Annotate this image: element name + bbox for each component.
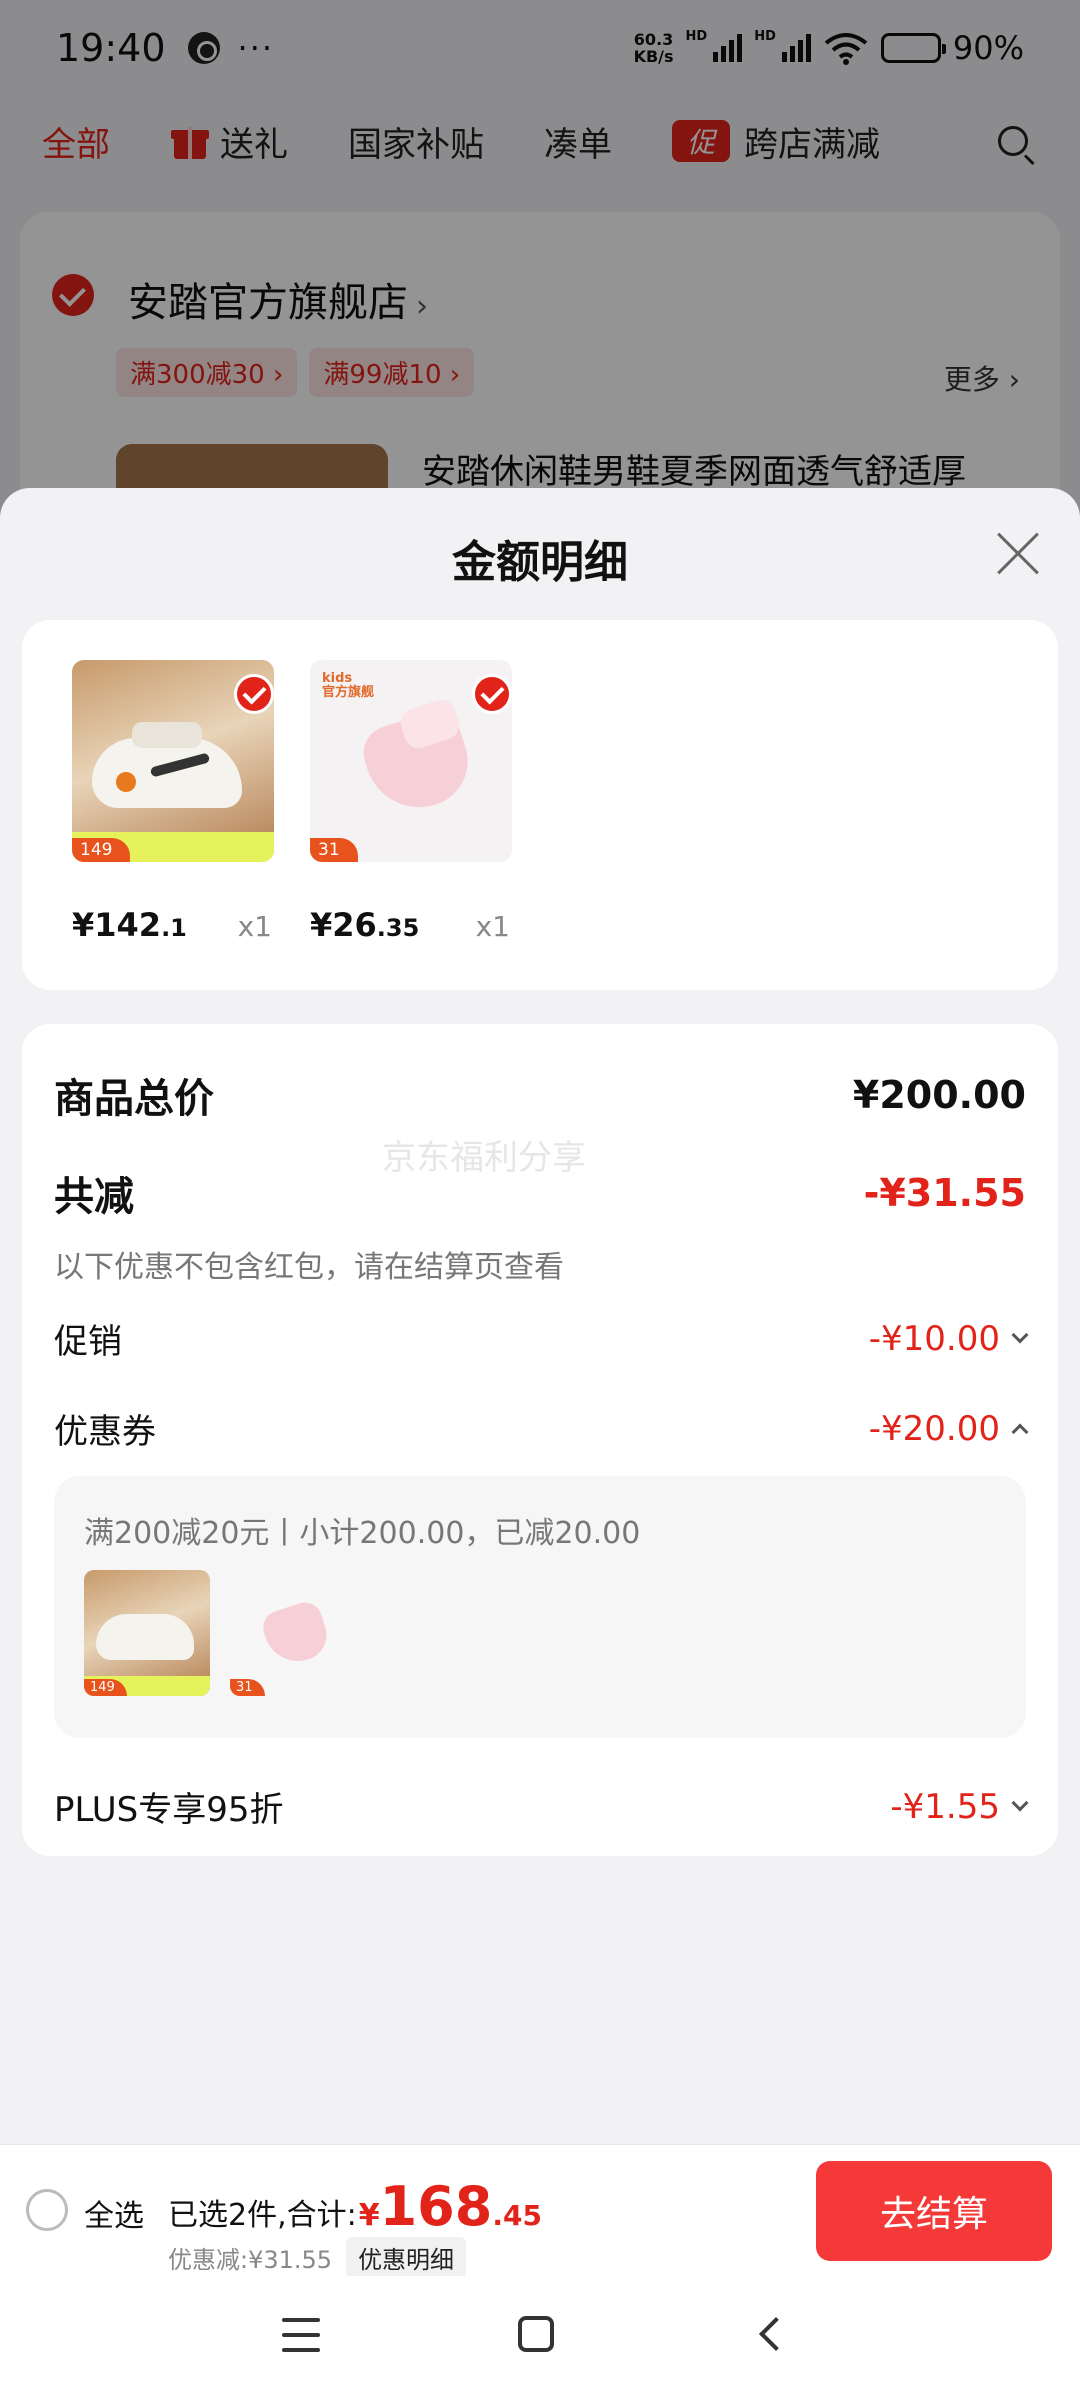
chevron-up-icon — [1011, 1423, 1029, 1440]
coupon-item-thumbnail: 149 — [84, 1570, 210, 1696]
checkout-button[interactable]: 去结算 — [816, 2161, 1052, 2261]
system-nav-bar — [0, 2276, 1080, 2400]
promotion-row[interactable]: 促销 -¥10.00 — [54, 1314, 1029, 1363]
coupon-row[interactable]: 优惠券 -¥20.00 — [54, 1404, 1029, 1453]
coupon-detail-text: 满200减20元丨小计200.00，已减20.00 — [84, 1516, 641, 1551]
select-all-radio[interactable] — [26, 2189, 68, 2231]
home-icon[interactable] — [518, 2316, 554, 2352]
discount-note: 以下优惠不包含红包，请在结算页查看 — [54, 1250, 564, 1285]
total-discount-row: 共减 -¥31.55 — [54, 1171, 1026, 1220]
item-quantity: x1 — [237, 910, 272, 943]
total-summary: 已选2件,合计: ¥ 168 .45 — [168, 2175, 542, 2238]
cart-item: kids 官方旗舰 31 ¥26.35 x1 — [310, 660, 530, 944]
back-icon[interactable] — [759, 2317, 793, 2351]
item-quantity: x1 — [475, 910, 510, 943]
price-tag: 31 — [310, 838, 358, 862]
select-all-label[interactable]: 全选 — [84, 2191, 144, 2235]
item-price: ¥142.1 — [72, 906, 187, 944]
discount-summary: 优惠减:¥31.55 — [168, 2246, 333, 2274]
price-tag: 149 — [72, 838, 131, 862]
amount-detail-sheet: 金额明细 149 ¥142.1 x1 kids 官方旗舰 31 ¥26.35 x… — [0, 488, 1080, 2276]
item-checked-icon[interactable] — [234, 674, 274, 714]
item-price: ¥26.35 — [310, 906, 420, 944]
brand-logo: kids 官方旗舰 — [322, 671, 375, 700]
price-breakdown-card: 商品总价 ¥200.00 京东福利分享 共减 -¥31.55 以下优惠不包含红包… — [22, 1024, 1058, 1856]
chevron-down-icon — [1011, 1794, 1029, 1811]
menu-icon[interactable] — [282, 2318, 320, 2354]
total-price-row: 商品总价 ¥200.00 — [54, 1073, 1026, 1122]
coupon-item-thumbnail: 31 — [230, 1570, 356, 1696]
discount-detail-button[interactable]: 优惠明细 — [346, 2237, 467, 2278]
total-discount-value: -¥31.55 — [863, 1171, 1026, 1215]
checkout-bar: 全选 已选2件,合计: ¥ 168 .45 优惠减:¥31.55 优惠明细 去结… — [0, 2144, 1080, 2278]
sheet-title: 金额明细 — [452, 537, 628, 588]
plus-discount-row[interactable]: PLUS专享95折 -¥1.55 — [54, 1782, 1029, 1831]
chevron-down-icon — [1011, 1326, 1029, 1343]
cart-item: 149 ¥142.1 x1 — [72, 660, 292, 944]
total-price-value: ¥200.00 — [852, 1073, 1026, 1117]
item-checked-icon[interactable] — [472, 674, 512, 714]
coupon-detail-box: 满200减20元丨小计200.00，已减20.00 149 31 — [54, 1476, 1026, 1738]
selected-items-card: 149 ¥142.1 x1 kids 官方旗舰 31 ¥26.35 x1 — [22, 620, 1058, 990]
close-icon[interactable] — [996, 532, 1040, 576]
total-amount: 168 — [379, 2175, 493, 2238]
